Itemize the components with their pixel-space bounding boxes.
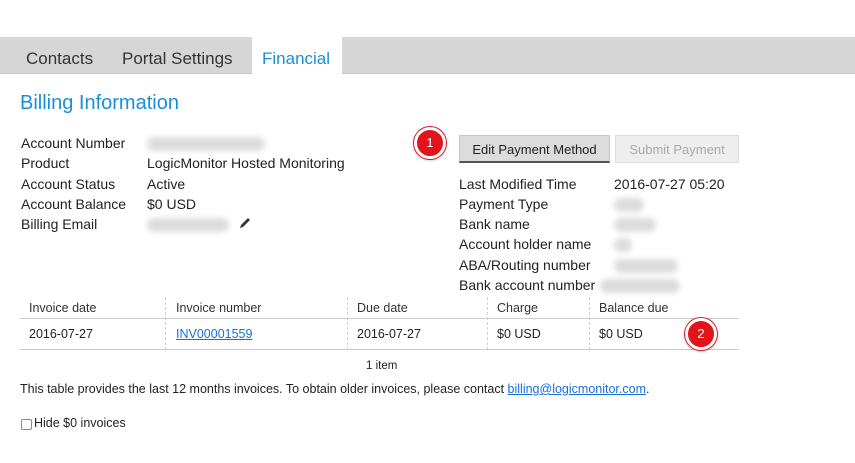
callout-badge-1: 1: [414, 127, 446, 159]
product-label: Product: [21, 155, 70, 171]
account-status-label: Account Status: [21, 176, 116, 192]
tab-bar: Contacts Portal Settings Financial: [0, 37, 855, 74]
hide-zero-invoices-label[interactable]: Hide $0 invoices: [34, 416, 126, 430]
column-separator: [589, 297, 590, 350]
tab-contacts[interactable]: Contacts: [16, 37, 103, 74]
payment-type-label: Payment Type: [459, 196, 549, 212]
column-header-charge[interactable]: Charge: [497, 301, 538, 315]
tab-portal-settings[interactable]: Portal Settings: [112, 37, 243, 74]
table-bottom-border: [20, 349, 739, 350]
account-holder-label: Account holder name: [459, 236, 592, 252]
cell-balance-due: $0 USD: [599, 327, 643, 341]
tab-financial[interactable]: Financial: [252, 37, 342, 74]
column-header-due-date[interactable]: Due date: [357, 301, 408, 315]
account-balance-label: Account Balance: [21, 196, 127, 212]
table-header-divider: [20, 318, 739, 319]
cell-invoice-date: 2016-07-27: [29, 327, 93, 341]
bank-account-number-redacted: [600, 279, 680, 293]
item-count: 1 item: [366, 360, 398, 372]
product-value: LogicMonitor Hosted Monitoring: [147, 155, 345, 171]
column-header-invoice-number[interactable]: Invoice number: [176, 301, 261, 315]
callout-badge-2: 2: [685, 318, 717, 350]
note-end: .: [646, 382, 650, 396]
page-title: Billing Information: [20, 92, 179, 114]
account-status-value: Active: [147, 176, 186, 192]
account-balance-value: $0 USD: [147, 196, 197, 212]
column-separator: [347, 297, 348, 350]
last-modified-value: 2016-07-27 05:20: [614, 176, 725, 192]
column-separator: [487, 297, 488, 350]
edit-payment-method-button[interactable]: Edit Payment Method: [459, 135, 610, 163]
cell-charge: $0 USD: [497, 327, 541, 341]
billing-email-link[interactable]: billing@logicmonitor.com: [508, 382, 646, 396]
bank-name-label: Bank name: [459, 216, 530, 232]
submit-payment-button[interactable]: Submit Payment: [615, 135, 739, 163]
billing-email-label: Billing Email: [21, 216, 98, 232]
account-number-redacted: [147, 137, 265, 151]
bank-account-number-label: Bank account number: [459, 277, 596, 293]
edit-pencil-icon[interactable]: [238, 216, 252, 230]
invoice-history-note: This table provides the last 12 months i…: [20, 382, 649, 396]
cell-due-date: 2016-07-27: [357, 327, 421, 341]
bank-name-redacted: [614, 218, 656, 232]
hide-zero-invoices-checkbox[interactable]: [21, 419, 32, 430]
column-header-balance-due[interactable]: Balance due: [599, 301, 669, 315]
billing-email-redacted: [147, 218, 229, 232]
column-header-invoice-date[interactable]: Invoice date: [29, 301, 96, 315]
account-holder-redacted: [614, 238, 632, 252]
last-modified-label: Last Modified Time: [459, 176, 577, 192]
payment-type-redacted: [614, 198, 644, 212]
routing-number-label: ABA/Routing number: [459, 257, 591, 273]
routing-number-redacted: [614, 259, 678, 273]
column-separator: [165, 297, 166, 350]
invoice-number-link[interactable]: INV00001559: [176, 327, 252, 341]
note-text: This table provides the last 12 months i…: [20, 382, 508, 396]
account-number-label: Account Number: [21, 135, 126, 151]
